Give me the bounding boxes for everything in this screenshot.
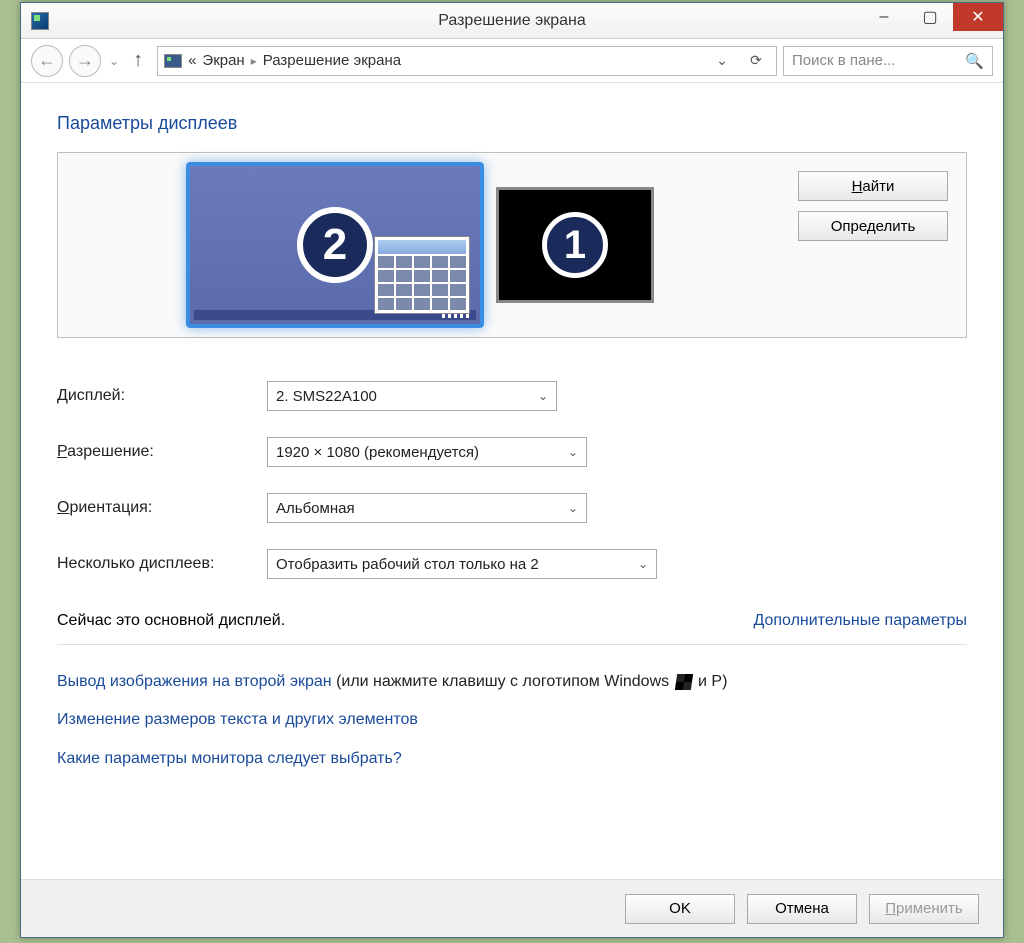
chevron-right-icon: ▸: [251, 54, 257, 68]
window-frame: Разрешение экрана – ▢ ✕ ← → ⌄ ↑ « Экран …: [20, 2, 1004, 938]
identify-button[interactable]: Определить: [798, 211, 948, 241]
chevron-down-icon: ⌄: [638, 557, 648, 571]
monitor-preview-panel: 2 1 Найти Определить: [57, 152, 967, 338]
titlebar[interactable]: Разрешение экрана – ▢ ✕: [21, 3, 1003, 39]
refresh-button[interactable]: ⟳: [742, 47, 770, 75]
display-value: 2. SMS22A100: [276, 388, 377, 405]
orientation-value: Альбомная: [276, 500, 355, 517]
project-screen-link[interactable]: Вывод изображения на второй экран: [57, 673, 332, 690]
monitor-2-label: 2: [297, 207, 373, 283]
history-dropdown-icon[interactable]: ⌄: [109, 54, 119, 68]
addr-dropdown-icon[interactable]: ⌄: [708, 47, 736, 75]
multi-display-select[interactable]: Отобразить рабочий стол только на 2 ⌄: [267, 549, 657, 579]
footer-bar: OK Отмена Применить: [21, 879, 1003, 937]
addr-prefix: «: [188, 52, 196, 69]
up-button[interactable]: ↑: [133, 49, 143, 72]
window-title: Разрешение экрана: [21, 12, 1003, 30]
search-placeholder: Поиск в пане...: [792, 52, 895, 69]
back-button[interactable]: ←: [31, 45, 63, 77]
breadcrumb-2[interactable]: Разрешение экрана: [263, 52, 401, 69]
chevron-down-icon: ⌄: [568, 501, 578, 515]
project-suffix-b: и P): [698, 673, 727, 690]
minimize-button[interactable]: –: [861, 3, 907, 31]
multi-display-label: Несколько дисплеев:: [57, 555, 267, 573]
divider: [57, 644, 967, 645]
cancel-button[interactable]: Отмена: [747, 894, 857, 924]
project-suffix-a: (или нажмите клавишу с логотипом Windows: [336, 673, 674, 690]
advanced-settings-link[interactable]: Дополнительные параметры: [753, 612, 967, 630]
detect-button[interactable]: Найти: [798, 171, 948, 201]
main-display-status: Сейчас это основной дисплей.: [57, 612, 285, 630]
apply-button[interactable]: Применить: [869, 894, 979, 924]
keypad-icon: [374, 236, 470, 314]
search-icon: 🔍: [965, 52, 984, 70]
multi-display-value: Отобразить рабочий стол только на 2: [276, 556, 539, 573]
window-controls: – ▢ ✕: [861, 3, 1003, 31]
content-area: Параметры дисплеев 2 1: [21, 83, 1003, 794]
monitor-1[interactable]: 1: [496, 187, 654, 303]
chevron-down-icon: ⌄: [568, 445, 578, 459]
address-bar[interactable]: « Экран ▸ Разрешение экрана ⌄ ⟳: [157, 46, 777, 76]
location-icon: [164, 54, 182, 68]
monitor-2[interactable]: 2: [186, 162, 484, 328]
orientation-label: Ориентация:: [57, 499, 267, 517]
resolution-value: 1920 × 1080 (рекомендуется): [276, 444, 479, 461]
resolution-label: Разрешение:: [57, 443, 267, 461]
maximize-button[interactable]: ▢: [907, 3, 953, 31]
text-size-link[interactable]: Изменение размеров текста и других элеме…: [57, 711, 418, 728]
close-button[interactable]: ✕: [953, 3, 1003, 31]
monitor-1-label: 1: [542, 212, 608, 278]
settings-form: Дисплей: 2. SMS22A100 ⌄ Разрешение: 1920…: [57, 368, 967, 592]
search-input[interactable]: Поиск в пане... 🔍: [783, 46, 993, 76]
orientation-select[interactable]: Альбомная ⌄: [267, 493, 587, 523]
windows-logo-icon: [674, 674, 692, 690]
chevron-down-icon: ⌄: [538, 389, 548, 403]
breadcrumb-1[interactable]: Экран: [202, 52, 244, 69]
links-block: Вывод изображения на второй экран (или н…: [57, 663, 967, 778]
forward-button[interactable]: →: [69, 45, 101, 77]
display-label: Дисплей:: [57, 387, 267, 405]
display-select[interactable]: 2. SMS22A100 ⌄: [267, 381, 557, 411]
ok-button[interactable]: OK: [625, 894, 735, 924]
which-settings-link[interactable]: Какие параметры монитора следует выбрать…: [57, 750, 402, 767]
resolution-select[interactable]: 1920 × 1080 (рекомендуется) ⌄: [267, 437, 587, 467]
navigation-bar: ← → ⌄ ↑ « Экран ▸ Разрешение экрана ⌄ ⟳ …: [21, 39, 1003, 83]
page-heading: Параметры дисплеев: [57, 113, 967, 134]
